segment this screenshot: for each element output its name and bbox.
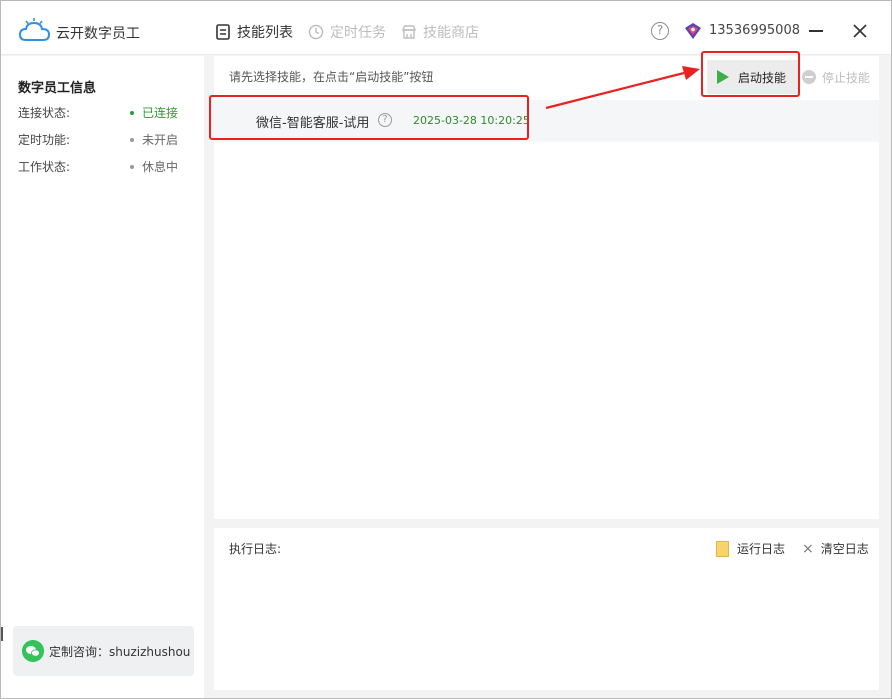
skill-hint: 请先选择技能，在点击“启动技能”按钮	[229, 70, 434, 84]
status-value: 休息中	[142, 160, 179, 174]
app-title: 云开数字员工	[56, 26, 140, 42]
status-row-connection: 连接状态: 已连接	[18, 104, 188, 122]
tab-skill-list-label: 技能列表	[237, 25, 293, 41]
start-button-highlight	[701, 51, 800, 97]
close-icon[interactable]	[849, 20, 871, 42]
user-phone[interactable]: 13536995008	[709, 23, 800, 38]
status-value: 未开启	[142, 133, 179, 147]
window-edge-artifact	[1, 627, 3, 641]
tab-skill-store-label: 技能商店	[423, 25, 479, 41]
stop-skill-button[interactable]: 停止技能	[802, 67, 870, 87]
status-dot	[130, 165, 134, 169]
log-title: 执行日志:	[229, 542, 282, 556]
run-log-button[interactable]: 运行日志	[716, 540, 785, 557]
tab-scheduled-tasks-label: 定时任务	[330, 25, 386, 41]
help-icon[interactable]: ?	[651, 22, 669, 40]
status-label: 工作状态:	[18, 160, 71, 174]
wechat-icon	[22, 640, 44, 662]
status-dot	[130, 111, 134, 115]
title-bar: 云开数字员工 技能列表 定时任务 技能商店 ? 13536995008	[1, 1, 891, 55]
sidebar: 数字员工信息 连接状态: 已连接 定时功能: 未开启 工作状态: 休息中 定制咨…	[1, 56, 204, 698]
status-label: 连接状态:	[18, 106, 71, 120]
consult-card[interactable]: 定制咨询：shuzizhushou	[13, 626, 194, 676]
status-row-schedule: 定时功能: 未开启	[18, 131, 188, 149]
run-log-label: 运行日志	[737, 542, 786, 556]
log-panel: 执行日志: 运行日志 × 清空日志	[214, 528, 879, 690]
sidebar-title: 数字员工信息	[18, 81, 97, 96]
document-icon	[716, 540, 729, 557]
vip-diamond-icon	[685, 23, 701, 39]
status-row-work: 工作状态: 休息中	[18, 158, 188, 176]
status-value: 已连接	[142, 106, 179, 120]
clear-log-button[interactable]: × 清空日志	[802, 540, 869, 557]
consult-text: 定制咨询：shuzizhushou	[49, 645, 191, 659]
status-label: 定时功能:	[18, 133, 71, 147]
tab-skill-store[interactable]: 技能商店	[401, 21, 479, 43]
minimize-button[interactable]	[809, 30, 823, 32]
list-icon	[216, 24, 230, 40]
tab-scheduled-tasks[interactable]: 定时任务	[308, 21, 386, 43]
clear-x-icon: ×	[802, 540, 814, 557]
store-icon	[401, 25, 417, 39]
clock-icon	[308, 24, 324, 40]
clear-log-label: 清空日志	[820, 542, 869, 556]
cloud-logo-icon	[19, 18, 51, 41]
stop-skill-label: 停止技能	[822, 70, 871, 85]
skill-item-highlight	[209, 95, 529, 140]
stop-icon	[802, 70, 816, 84]
tab-skill-list[interactable]: 技能列表	[215, 21, 293, 43]
status-dot	[130, 138, 134, 142]
